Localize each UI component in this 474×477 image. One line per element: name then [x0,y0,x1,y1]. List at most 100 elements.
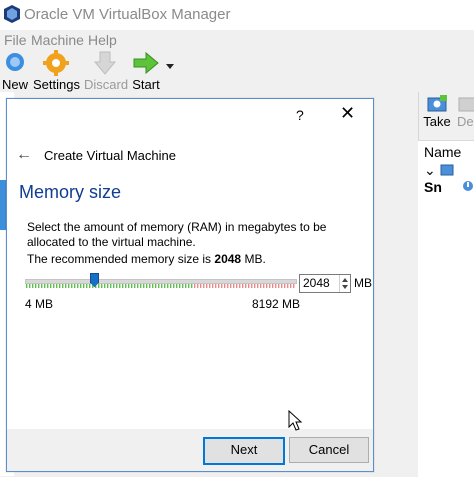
memory-spinbox[interactable]: 2048 [299,274,351,293]
slider-tick [230,284,232,288]
discard-button[interactable]: Discard [84,48,128,92]
recommended-memory-text: The recommended memory size is 2048 MB. [27,252,266,266]
virtualbox-logo-icon [4,5,20,23]
slider-tick [185,284,187,288]
menu-machine[interactable]: Machine [31,32,84,48]
slider-tick [203,284,205,288]
create-vm-dialog: ? ✕ ← Create Virtual Machine Memory size… [6,98,374,472]
slider-tick [233,284,235,288]
slider-tick [131,284,133,288]
slider-tick [242,284,244,288]
slider-tick [164,284,166,288]
recommend-prefix: The recommended memory size is [27,252,215,266]
dialog-footer: Next Cancel [7,429,373,471]
slider-tick [197,284,199,288]
delete-snapshot-button[interactable]: Del [457,94,474,134]
spinbox-arrows[interactable] [339,275,350,292]
chevron-down-icon[interactable]: ⌄ [424,162,436,178]
memory-spinbox-value[interactable]: 2048 [303,276,330,290]
help-button[interactable]: ? [296,107,304,123]
menu-help[interactable]: Help [88,32,117,48]
slider-tick [53,284,55,288]
slider-tick [116,284,118,288]
slider-tick [188,284,190,288]
close-icon[interactable]: ✕ [340,103,355,124]
slider-tick [134,284,136,288]
new-label: New [1,77,28,92]
current-state-icon [463,181,473,191]
start-dropdown-icon[interactable] [166,64,174,69]
slider-tick [167,284,169,288]
min-memory-label: 4 MB [25,297,54,311]
delete-snapshot-icon [458,97,474,112]
slider-tick [269,284,271,288]
slider-tick [239,284,241,288]
take-snapshot-icon [427,95,447,112]
slider-tick [26,284,28,288]
recommend-suffix: MB. [241,252,266,266]
slider-tick [146,284,148,288]
slider-tick [290,284,292,288]
slider-tick [278,284,280,288]
slider-tick [284,284,286,288]
slider-tick [125,284,127,288]
slider-tick [104,284,106,288]
slider-tick [149,284,151,288]
slider-tick [122,284,124,288]
cancel-button[interactable]: Cancel [289,437,369,463]
name-column-header[interactable]: Name [424,144,461,160]
spin-up-icon[interactable] [342,278,348,282]
take-snapshot-button[interactable]: Take [423,94,451,134]
slider-tick [212,284,214,288]
slider-tick [143,284,145,288]
new-button[interactable]: New [0,48,30,92]
slider-tick [206,284,208,288]
window-title: Oracle VM VirtualBox Manager [24,6,231,23]
slider-tick [137,284,139,288]
slider-tick [209,284,211,288]
slider-tick [287,284,289,288]
title-bar: Oracle VM VirtualBox Manager [0,0,474,30]
slider-tick [293,284,295,288]
start-label: Start [132,77,160,92]
slider-tick [227,284,229,288]
slider-tick [161,284,163,288]
new-icon [6,53,24,71]
memory-slider[interactable] [25,271,297,291]
menu-file[interactable]: File [4,32,27,48]
slider-tick [158,284,160,288]
slider-tick [170,284,172,288]
slider-tick [194,284,196,288]
slider-tick [86,284,88,288]
vm-snapshot-icon [440,164,454,176]
next-button[interactable]: Next [203,437,285,465]
page-title: Memory size [19,182,122,202]
slider-tick [140,284,142,288]
slider-tick [152,284,154,288]
slider-tick [77,284,79,288]
slider-tick [266,284,268,288]
start-button[interactable]: Start [130,48,162,92]
settings-button[interactable]: Settings [33,48,80,92]
slider-tick [260,284,262,288]
slider-tick [89,284,91,288]
slider-tick [59,284,61,288]
slider-tick [173,284,175,288]
slider-tick [62,284,64,288]
slider-tick [182,284,184,288]
spin-down-icon[interactable] [342,285,348,289]
slider-tick [68,284,70,288]
discard-arrow-icon [93,51,117,75]
delete-snapshot-label: Del [457,114,474,129]
max-memory-label: 8192 MB [252,297,301,311]
slider-tick [155,284,157,288]
slider-tick [176,284,178,288]
slider-tick [32,284,34,288]
slider-tick [218,284,220,288]
back-arrow-icon[interactable]: ← [16,146,32,164]
gear-icon [43,50,69,76]
slider-tick [272,284,274,288]
memory-description: Select the amount of memory (RAM) in meg… [27,220,327,249]
slider-tick [29,284,31,288]
slider-tick [251,284,253,288]
